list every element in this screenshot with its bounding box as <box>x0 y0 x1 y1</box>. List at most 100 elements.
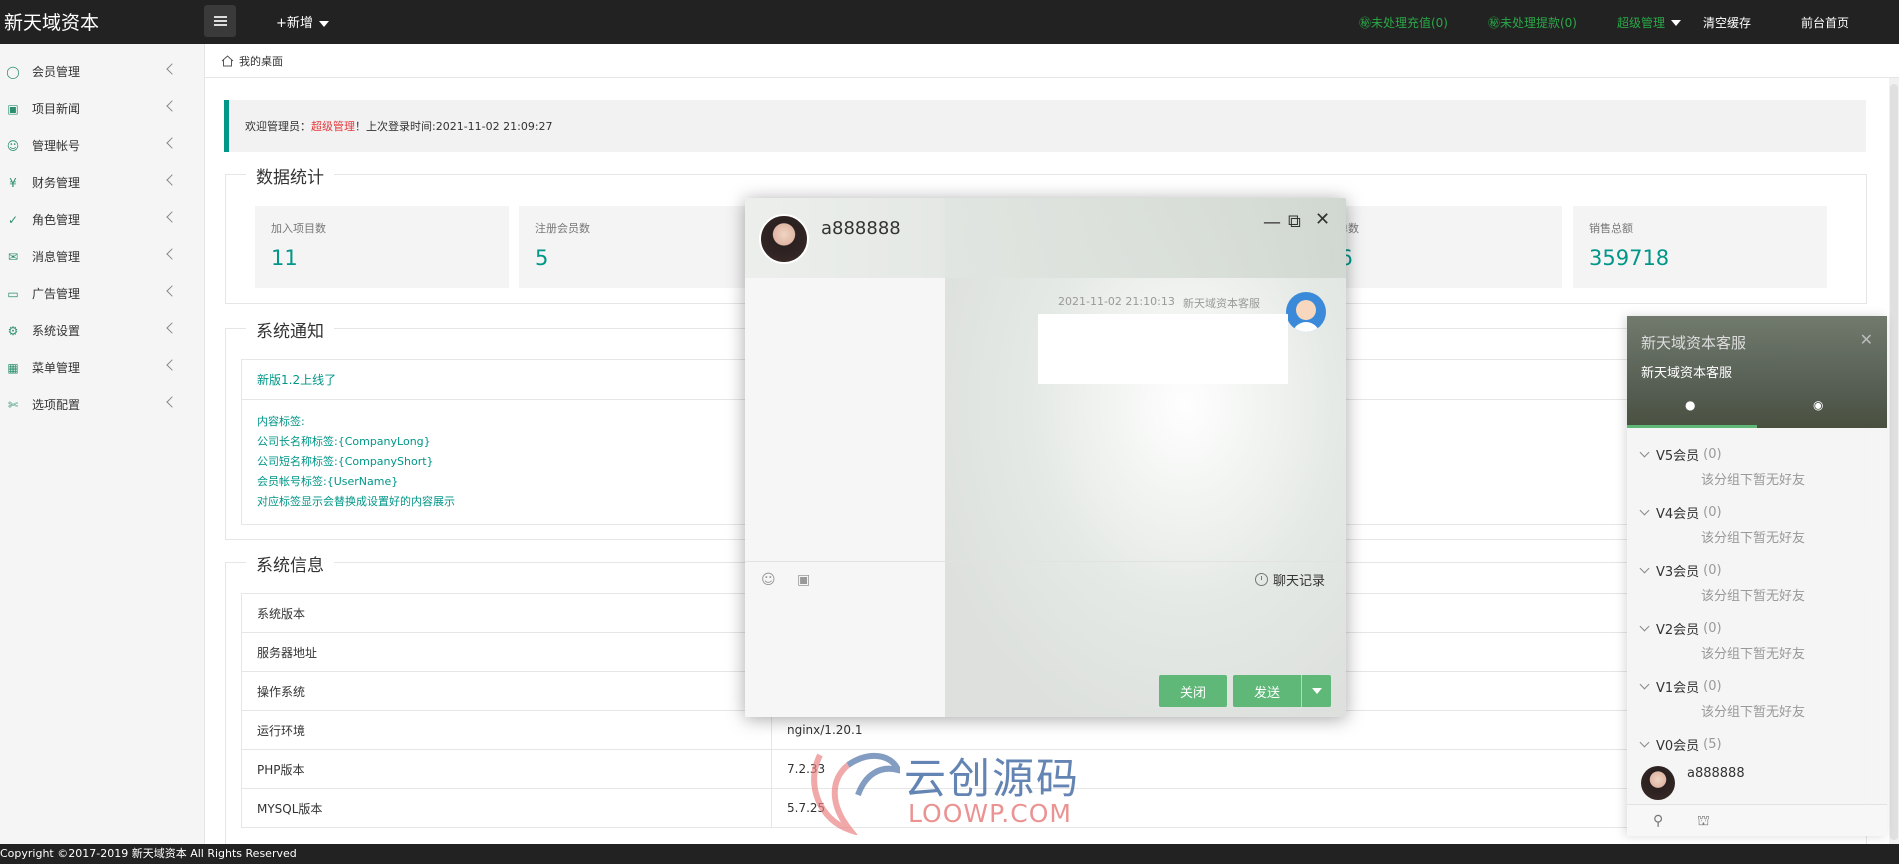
tab-friends-icon[interactable]: ● <box>1685 398 1695 412</box>
search-icon[interactable]: ⚲ <box>1653 813 1663 829</box>
sidebar-item-news[interactable]: ▣ 项目新闻 <box>0 90 204 127</box>
group-v1[interactable]: V1会员 (0) <box>1639 677 1722 696</box>
page-scrollbar[interactable] <box>1889 78 1899 844</box>
group-name: V1会员 <box>1656 681 1700 696</box>
stat-label: 加入项目数 <box>271 222 326 235</box>
image-icon[interactable]: ▣ <box>797 572 810 588</box>
chevron-left-icon <box>166 396 178 408</box>
group-v0[interactable]: V0会员 (5) <box>1639 735 1722 754</box>
panel-title: 新天域资本客服 <box>1641 334 1747 352</box>
chat-history-link[interactable]: 聊天记录 <box>1255 570 1325 589</box>
sidebar-item-label: 项目新闻 <box>32 102 81 116</box>
group-empty-text: 该分组下暂无好友 <box>1701 473 1806 488</box>
chevron-down-icon <box>1639 505 1650 516</box>
group-count: (0) <box>1703 679 1722 694</box>
group-name: V4会员 <box>1656 507 1700 522</box>
chevron-left-icon <box>166 211 178 223</box>
sidebar-item-label: 管理帐号 <box>32 139 81 153</box>
chevron-left-icon <box>166 248 178 260</box>
chat-input[interactable] <box>745 598 1346 668</box>
row-value: nginx/1.20.1 <box>787 723 863 737</box>
row-label: 系统版本 <box>242 594 772 632</box>
tab-chats-icon[interactable]: ◉ <box>1813 398 1823 412</box>
chevron-left-icon <box>166 63 178 75</box>
home-icon <box>221 54 234 66</box>
contact-avatar <box>759 214 809 264</box>
friend-name[interactable]: a888888 <box>1687 766 1745 781</box>
sidebar-item-label: 会员管理 <box>32 65 81 79</box>
chat-header[interactable]: a888888 — ⧉ ✕ <box>745 198 1346 278</box>
chevron-left-icon <box>166 322 178 334</box>
clock-icon <box>1255 573 1268 586</box>
front-home-link[interactable]: 前台首页 <box>1801 14 1849 31</box>
close-button[interactable]: 关闭 <box>1159 675 1227 707</box>
breadcrumb-tab-desktop[interactable]: 我的桌面 <box>239 53 283 69</box>
stat-label: 注册会员数 <box>535 222 590 235</box>
group-v4[interactable]: V4会员 (0) <box>1639 503 1722 522</box>
row-label: 服务器地址 <box>242 633 772 671</box>
sidebar-item-finance[interactable]: ¥ 财务管理 <box>0 164 204 201</box>
im-panel: 新天域资本客服 ✕ 新天域资本客服 ● ◉ V5会员 (0) 该分组下暂无好友 V… <box>1627 316 1887 836</box>
maximize-icon[interactable]: ⧉ <box>1288 211 1301 232</box>
stats-legend: 数据统计 <box>246 163 334 188</box>
group-v3[interactable]: V3会员 (0) <box>1639 561 1722 580</box>
watermark-text-en: LOOWP.COM <box>908 799 1072 828</box>
chevron-left-icon <box>166 137 178 149</box>
sidebar-item-roles[interactable]: ✓ 角色管理 <box>0 201 204 238</box>
sidebar-item-settings[interactable]: ⚙ 系统设置 <box>0 312 204 349</box>
group-v2[interactable]: V2会员 (0) <box>1639 619 1722 638</box>
send-button[interactable]: 发送 <box>1233 675 1301 707</box>
panel-header[interactable]: 新天域资本客服 ✕ 新天域资本客服 ● ◉ <box>1627 316 1887 428</box>
sidebar-item-menus[interactable]: ▦ 菜单管理 <box>0 349 204 386</box>
group-count: (0) <box>1703 505 1722 520</box>
chat-history-label: 聊天记录 <box>1273 574 1326 589</box>
friend-avatar[interactable] <box>1641 766 1675 800</box>
stat-card-sales: 销售总额 359718 <box>1573 206 1827 288</box>
pending-recharge-link[interactable]: ㊙未处理充值(0) <box>1359 14 1448 31</box>
message-sender: 新天域资本客服 <box>1183 297 1260 310</box>
scrollbar-thumb[interactable] <box>1890 84 1898 840</box>
clear-cache-link[interactable]: 清空缓存 <box>1703 14 1751 31</box>
minimize-icon[interactable]: — <box>1263 212 1281 233</box>
group-v5[interactable]: V5会员 (0) <box>1639 445 1722 464</box>
welcome-admin-name: 超级管理 <box>311 120 355 133</box>
menu-toggle-button[interactable] <box>204 5 236 37</box>
sidebar-item-accounts[interactable]: ☺ 管理帐号 <box>0 127 204 164</box>
ad-icon: ▭ <box>7 286 19 301</box>
sidebar: ◯ 会员管理 ▣ 项目新闻 ☺ 管理帐号 ¥ 财务管理 ✓ 角色管理 ✉ 消息管理 ▭ 广告管… <box>0 44 205 844</box>
chevron-down-icon <box>1639 679 1650 690</box>
footer: Copyright ©2017-2019 新天域资本 All Rights Re… <box>0 844 1899 864</box>
top-bar: 新天域资本 +新增 ㊙未处理充值(0) ㊙未处理提款(0) 超级管理 清空缓存 … <box>0 0 1899 44</box>
caret-down-icon <box>1670 20 1681 26</box>
caret-down-icon <box>1311 688 1322 694</box>
emoji-icon[interactable]: ☺ <box>761 572 776 588</box>
group-name: V2会员 <box>1656 623 1700 638</box>
group-name: V0会员 <box>1656 739 1700 754</box>
chevron-left-icon <box>166 359 178 371</box>
stat-card-orders: 订单数 16 <box>1310 206 1562 288</box>
notice-legend: 系统通知 <box>246 317 334 342</box>
sidebar-item-options[interactable]: ✄ 选项配置 <box>0 386 204 423</box>
admin-menu[interactable]: 超级管理 <box>1617 14 1681 31</box>
send-options-button[interactable] <box>1301 675 1331 707</box>
sidebar-item-label: 广告管理 <box>32 287 81 301</box>
sidebar-item-label: 财务管理 <box>32 176 81 190</box>
watermark: 云创源码 LOOWP.COM <box>800 745 1100 837</box>
sidebar-item-label: 消息管理 <box>32 250 81 264</box>
sidebar-item-members[interactable]: ◯ 会员管理 <box>0 53 204 90</box>
add-new-menu[interactable]: +新增 <box>276 12 329 31</box>
close-icon[interactable]: ✕ <box>1315 209 1330 230</box>
watermark-text-cn: 云创源码 <box>904 754 1081 803</box>
sidebar-item-messages[interactable]: ✉ 消息管理 <box>0 238 204 275</box>
stat-label: 销售总额 <box>1589 222 1633 235</box>
sidebar-item-ads[interactable]: ▭ 广告管理 <box>0 275 204 312</box>
skin-icon[interactable]: ⛫ <box>1697 813 1710 831</box>
group-name: V3会员 <box>1656 565 1700 580</box>
chevron-down-icon <box>1639 563 1650 574</box>
row-label: MYSQL版本 <box>242 789 772 827</box>
pending-withdraw-link[interactable]: ㊙未处理提款(0) <box>1488 14 1577 31</box>
user-icon: ◯ <box>6 64 20 79</box>
close-icon[interactable]: ✕ <box>1860 330 1873 349</box>
app-logo[interactable]: 新天域资本 <box>4 8 99 35</box>
welcome-banner: 欢迎管理员： 超级管理 ！上次登录时间:2021-11-02 21:09:27 <box>224 100 1866 152</box>
